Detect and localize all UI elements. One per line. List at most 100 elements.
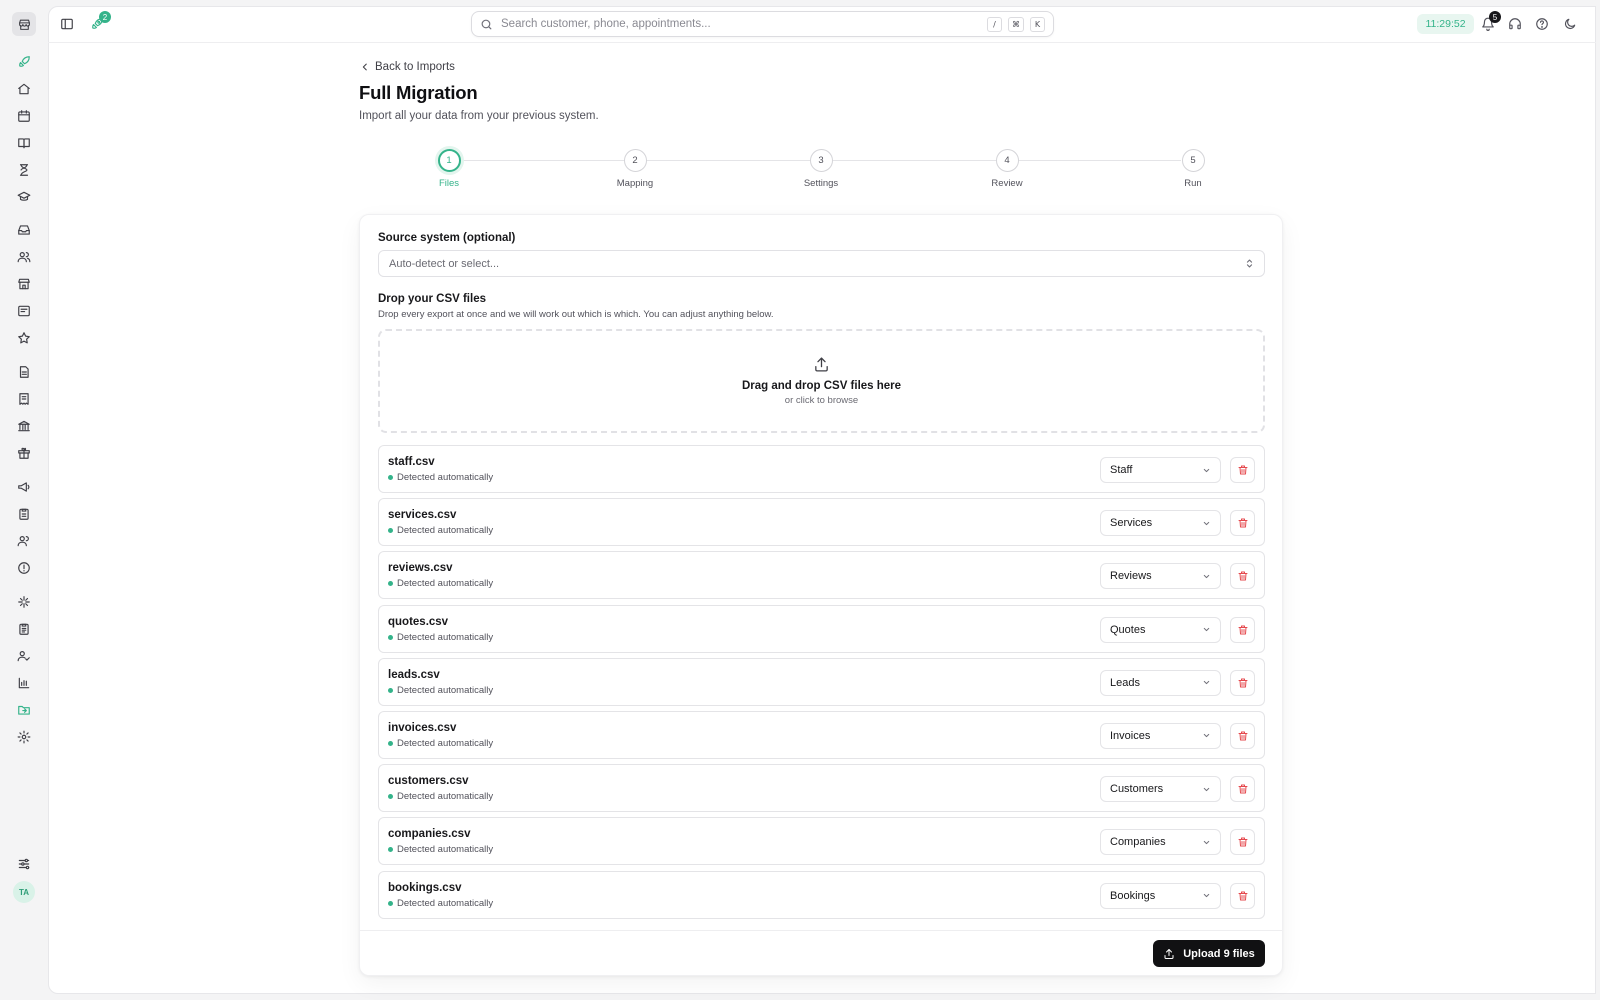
status-dot-icon [388,900,393,906]
step-number: 1 [437,149,461,172]
file-type-value: Staff [1110,464,1133,476]
sidebar-graduation-cap-icon[interactable] [16,189,32,205]
toggle-sidebar-icon[interactable] [60,17,74,31]
drop-files-heading: Drop your CSV files [378,293,486,305]
chevron-down-icon [1203,681,1210,685]
sidebar-rocket-icon[interactable] [16,54,32,70]
sidebar-hourglass-icon[interactable] [16,162,32,178]
file-row: quotes.csv Detected automatically Quotes [378,604,1265,653]
step-mapping[interactable]: 2 Mapping [595,149,675,189]
file-status-text: Detected automatically [397,631,494,643]
sidebar-book-icon[interactable] [16,135,32,151]
card-footer-divider [360,930,1282,931]
file-status-text: Detected automatically [397,525,494,537]
sidebar-file-text-icon[interactable] [16,364,32,380]
remove-file-button[interactable] [1230,669,1255,696]
step-run[interactable]: 5 Run [1153,149,1233,189]
csv-dropzone[interactable]: Drag and drop CSV files here or click to… [378,329,1265,433]
page-subtitle: Import all your data from your previous … [359,110,599,122]
step-files[interactable]: 1 Files [409,149,489,189]
sidebar-calendar-icon[interactable] [16,108,32,124]
upload-icon [1164,948,1174,959]
step-label: Files [438,178,460,189]
source-system-select[interactable]: Auto-detect or select... [378,250,1265,277]
sidebar: TA [0,0,48,1000]
file-row: reviews.csv Detected automatically Reviews [378,551,1265,600]
file-status-text: Detected automatically [397,897,494,909]
headset-icon[interactable] [1508,17,1522,31]
remove-file-button[interactable] [1230,882,1255,909]
sidebar-inbox-icon[interactable] [16,222,32,238]
help-icon[interactable] [1535,17,1549,31]
file-type-select[interactable]: Bookings [1100,882,1221,909]
file-type-select[interactable]: Customers [1100,776,1221,803]
trash-icon [1238,625,1247,635]
source-system-placeholder: Auto-detect or select... [389,257,500,270]
sidebar-clipboard-icon[interactable] [16,506,32,522]
file-detection-status: Detected automatically [388,791,493,802]
remove-file-button[interactable] [1230,563,1255,590]
sidebar-folder-import-icon[interactable] [16,702,32,718]
file-type-value: Quotes [1110,623,1146,636]
trash-icon [1238,784,1247,794]
migration-stepper: 1 Files 2 Mapping 3 Settings 4 Review 5 … [437,149,1205,194]
file-type-select[interactable]: Reviews [1100,563,1221,590]
user-avatar[interactable]: TA [13,881,35,903]
sidebar-form-icon[interactable] [16,303,32,319]
file-type-select[interactable]: Quotes [1100,616,1221,643]
file-detection-status: Detected automatically [388,472,493,483]
search-icon [481,19,492,29]
sidebar-sparkle-icon[interactable] [16,594,32,610]
remove-file-button[interactable] [1230,510,1255,537]
remove-file-button[interactable] [1230,722,1255,749]
step-label: Run [1184,178,1202,189]
file-type-value: Services [1110,517,1153,530]
dark-mode-moon-icon[interactable] [1563,17,1577,31]
sidebar-megaphone-icon[interactable] [16,479,32,495]
status-dot-icon [388,581,393,587]
sidebar-receipt-icon[interactable] [16,391,32,407]
chevron-down-icon [1203,787,1210,791]
sidebar-sliders-icon[interactable] [16,856,32,872]
sidebar-user-check-icon[interactable] [16,648,32,664]
search-input[interactable] [501,18,981,30]
file-row: customers.csv Detected automatically Custo… [378,764,1265,813]
sidebar-settings-icon[interactable] [16,729,32,745]
file-row: staff.csv Detected automatically Staff [378,445,1265,493]
global-search[interactable]: / ⌘ K [471,11,1054,37]
file-type-select[interactable]: Services [1100,510,1221,537]
remove-file-button[interactable] [1230,616,1255,643]
back-to-imports-link[interactable]: Back to Imports [360,61,455,73]
step-review[interactable]: 4 Review [967,149,1047,189]
sidebar-alert-circle-icon[interactable] [16,560,32,576]
sidebar-bar-chart-icon[interactable] [16,675,32,691]
remove-file-button[interactable] [1230,457,1255,483]
file-type-select[interactable]: Staff [1100,457,1221,483]
sidebar-clipboard-list-icon[interactable] [16,621,32,637]
sidebar-gift-icon[interactable] [16,445,32,461]
file-list: staff.csv Detected automatically Staff serv… [378,445,1265,924]
sidebar-store-icon[interactable] [16,276,32,292]
sidebar-users-icon[interactable] [16,249,32,265]
step-label: Settings [803,178,839,189]
upload-files-button[interactable]: Upload 9 files [1153,940,1265,967]
file-type-select[interactable]: Companies [1100,829,1221,856]
step-number: 3 [809,149,833,172]
sidebar-bank-icon[interactable] [16,418,32,434]
step-settings[interactable]: 3 Settings [781,149,861,189]
store-logo-icon[interactable] [12,12,36,36]
file-status-text: Detected automatically [397,472,494,483]
file-type-select[interactable]: Invoices [1100,722,1221,749]
file-name: customers.csv [388,775,469,788]
status-dot-icon [388,740,393,746]
remove-file-button[interactable] [1230,829,1255,856]
sidebar-team-icon[interactable] [16,533,32,549]
file-type-select[interactable]: Leads [1100,669,1221,696]
sidebar-home-icon[interactable] [16,81,32,97]
status-dot-icon [388,687,393,693]
file-type-value: Bookings [1110,889,1156,902]
clock-badge[interactable]: 11:29:52 [1417,14,1474,34]
sidebar-star-icon[interactable] [16,330,32,346]
trash-icon [1238,518,1247,528]
remove-file-button[interactable] [1230,776,1255,803]
